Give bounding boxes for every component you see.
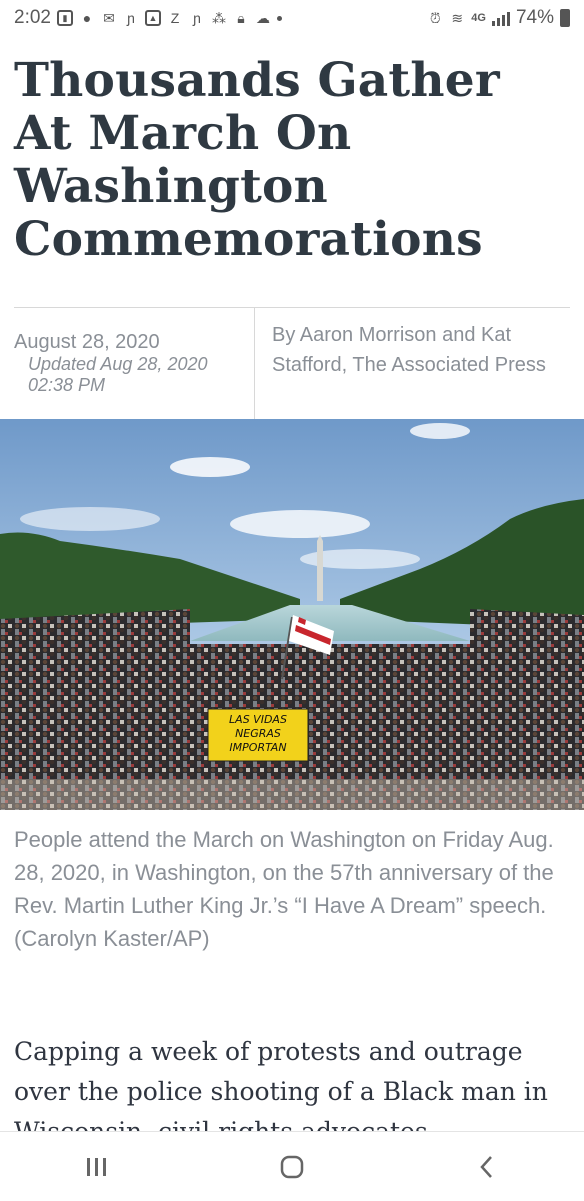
home-icon <box>280 1155 304 1178</box>
photo-caption: People attend the March on Washington on… <box>14 827 554 951</box>
app-n-icon: ɲ <box>127 10 135 26</box>
protest-sign: LAS VIDAS NEGRAS IMPORTAN <box>207 708 309 762</box>
wifi-icon: ≋ <box>451 10 464 26</box>
app-n-icon: ɲ <box>193 10 201 26</box>
battery-icon <box>560 9 570 27</box>
publish-date: August 28, 2020 <box>14 331 160 353</box>
status-bar: 2:02 ▮ ● ✉ ɲ ▲ Z ɲ ⁂ 🔒︎ ☁ ⏰︎ ≋ 4G 74% <box>0 0 584 36</box>
back-button[interactable] <box>457 1147 517 1187</box>
system-nav-bar <box>0 1131 584 1201</box>
lock-icon: 🔒︎ <box>237 10 245 26</box>
svg-text:LAS VIDAS: LAS VIDAS <box>229 713 287 726</box>
article-dates: August 28, 2020 Updated Aug 28, 2020 02:… <box>14 330 244 396</box>
cloud-icon: ☁ <box>255 10 270 26</box>
recent-apps-icon <box>87 1157 107 1176</box>
back-icon <box>479 1155 492 1178</box>
paw-icon: ⁂ <box>211 10 226 26</box>
battery-percent: 74% <box>515 7 554 28</box>
app-z-icon: Z <box>170 10 180 26</box>
account-icon: ● <box>82 10 92 26</box>
signal-icon <box>491 10 510 26</box>
article-meta: August 28, 2020 Updated Aug 28, 2020 02:… <box>0 308 584 419</box>
mail-icon: ✉ <box>103 10 115 26</box>
network-type: 4G <box>471 12 486 24</box>
svg-text:NEGRAS: NEGRAS <box>235 727 281 740</box>
recent-apps-button[interactable] <box>67 1147 127 1187</box>
more-notifications-dot <box>276 15 282 21</box>
lock-app-icon: ▮ <box>56 10 73 26</box>
svg-text:IMPORTAN: IMPORTAN <box>229 741 286 754</box>
updated-date: Updated Aug 28, 2020 02:38 PM <box>28 354 208 395</box>
alarm-icon: ⏰︎ <box>429 10 441 26</box>
gallery-icon: ▲ <box>144 10 161 26</box>
article-photo[interactable]: LAS VIDAS NEGRAS IMPORTAN <box>0 419 584 810</box>
article-byline: By Aaron Morrison and Kat Stafford, The … <box>272 324 546 376</box>
article-headline: Thousands Gather At March On Washington … <box>14 53 500 267</box>
status-time: 2:02 <box>14 7 51 28</box>
status-bar-left: 2:02 ▮ ● ✉ ɲ ▲ Z ɲ ⁂ 🔒︎ ☁ <box>14 7 282 29</box>
meta-separator <box>254 308 255 419</box>
home-button[interactable] <box>262 1147 322 1187</box>
march-photo-illustration: LAS VIDAS NEGRAS IMPORTAN <box>0 419 584 810</box>
status-bar-right: ⏰︎ ≋ 4G 74% <box>427 7 570 29</box>
